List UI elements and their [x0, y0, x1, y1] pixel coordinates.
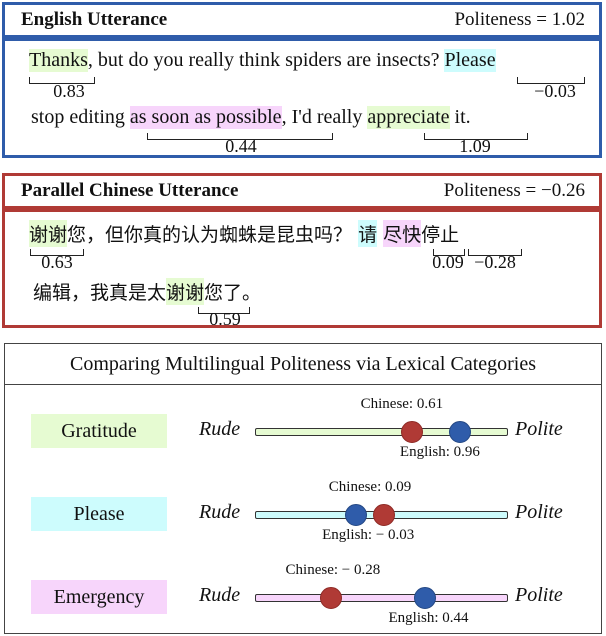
chinese-score-label: Chinese: 0.61	[360, 396, 444, 412]
highlight-qing: 请	[358, 220, 378, 247]
comparison-panel: Comparing Multilingual Politeness via Le…	[4, 343, 602, 634]
chinese-politeness-score: Politeness = −0.26	[443, 180, 585, 201]
chinese-score-marker	[373, 504, 396, 526]
highlight-jinkuai: 尽快	[383, 220, 422, 247]
chinese-text: 您了。	[204, 282, 262, 304]
english-header: English Utterance Politeness = 1.02	[2, 2, 602, 38]
value-please: −0.03	[534, 81, 576, 101]
chinese-score-label: Chinese: 0.09	[328, 479, 412, 495]
category-label-gratitude: Gratitude	[31, 414, 167, 448]
rude-label: Rude	[199, 501, 241, 523]
value-asap: 0.44	[225, 136, 257, 156]
rude-label: Rude	[199, 584, 241, 606]
comparison-title: Comparing Multilingual Politeness via Le…	[5, 344, 601, 385]
english-body: Thanks, but do you really think spiders …	[2, 38, 602, 158]
chinese-text: 您，但你真的认为蜘蛛是昆虫吗？	[67, 224, 359, 246]
english-score-label: English: 0.44	[388, 610, 469, 626]
english-score-label: English: 0.96	[399, 444, 480, 460]
english-score-marker	[413, 587, 436, 609]
highlight-please: Please	[444, 49, 496, 72]
rude-label: Rude	[199, 418, 241, 440]
chinese-panel: Parallel Chinese Utterance Politeness = …	[2, 173, 602, 329]
chinese-line-2: 编辑，我真是太谢谢您了。	[33, 278, 261, 305]
value-appreciate: 1.09	[459, 136, 491, 156]
english-text: stop editing	[31, 106, 130, 128]
english-politeness-score: Politeness = 1.02	[454, 9, 585, 30]
value-jinkuai: −0.28	[474, 252, 516, 272]
chinese-header: Parallel Chinese Utterance Politeness = …	[2, 173, 602, 209]
chinese-text: 停止	[421, 224, 460, 246]
english-line-2: stop editing as soon as possible, I'd re…	[31, 106, 471, 129]
chinese-line-1: 谢谢您，但你真的认为蜘蛛是昆虫吗？ 请 尽快停止	[29, 220, 459, 247]
highlight-xiexie-1: 谢谢	[29, 220, 68, 247]
english-text: , I'd really	[281, 106, 368, 128]
category-label-emergency: Emergency	[31, 580, 167, 614]
english-score-marker	[448, 421, 471, 443]
highlight-appreciate: appreciate	[367, 106, 450, 129]
chinese-score-marker	[400, 421, 423, 443]
chinese-title: Parallel Chinese Utterance	[21, 180, 239, 201]
polite-label: Polite	[515, 584, 563, 606]
chinese-text: 编辑，我真是太	[33, 282, 167, 304]
polite-label: Polite	[515, 418, 563, 440]
value-xiexie-2: 0.59	[209, 309, 241, 329]
english-line-1: Thanks, but do you really think spiders …	[29, 49, 496, 72]
chinese-body: 谢谢您，但你真的认为蜘蛛是昆虫吗？ 请 尽快停止 0.63 0.09 −0.28…	[2, 209, 602, 329]
value-xiexie-1: 0.63	[41, 252, 73, 272]
value-thanks: 0.83	[53, 81, 85, 101]
english-score-label: English: − 0.03	[322, 527, 415, 543]
polite-label: Polite	[515, 501, 563, 523]
category-label-please: Please	[31, 497, 167, 531]
chinese-score-marker	[319, 587, 342, 609]
english-text: , but do you really think spiders are in…	[87, 49, 445, 71]
value-qing: 0.09	[432, 252, 464, 272]
highlight-xiexie-2: 谢谢	[166, 278, 205, 305]
english-score-marker	[345, 504, 368, 526]
highlight-thanks: Thanks	[29, 49, 88, 72]
english-panel: English Utterance Politeness = 1.02 Than…	[2, 2, 602, 158]
english-title: English Utterance	[21, 9, 168, 30]
politeness-bar-emergency	[255, 594, 508, 602]
chinese-score-label: Chinese: − 0.28	[285, 562, 381, 578]
english-text: it.	[449, 106, 471, 128]
highlight-as-soon-as-possible: as soon as possible	[129, 106, 282, 129]
